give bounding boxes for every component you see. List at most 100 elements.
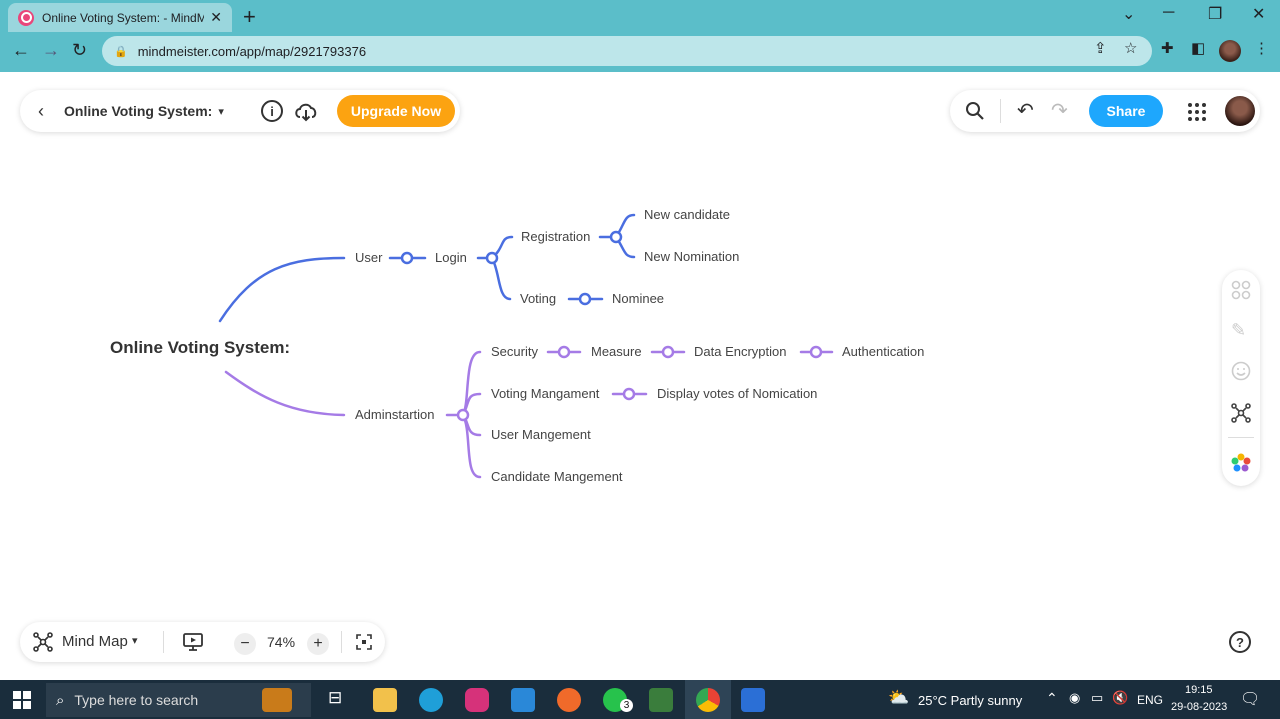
- minimize-icon[interactable]: ─: [1163, 4, 1174, 22]
- node-adminstartion[interactable]: Adminstartion: [355, 407, 434, 422]
- volume-muted-icon[interactable]: 🔇: [1112, 690, 1128, 706]
- node-measure[interactable]: Measure: [591, 344, 642, 359]
- chevron-down-icon[interactable]: ▾: [218, 105, 224, 118]
- new-tab-button[interactable]: +: [243, 4, 256, 30]
- browser-menu-icon[interactable]: ⋮: [1254, 39, 1269, 57]
- fit-to-screen-icon[interactable]: [356, 634, 372, 650]
- mind-map: Online Voting System: User Login Registr…: [110, 207, 924, 484]
- share-button[interactable]: Share: [1089, 95, 1163, 127]
- reload-icon[interactable]: ↻: [72, 40, 87, 61]
- battery-icon[interactable]: ▭: [1091, 690, 1103, 706]
- node-nominee[interactable]: Nominee: [612, 291, 664, 306]
- search-icon[interactable]: [965, 101, 985, 121]
- photos-icon[interactable]: [741, 688, 765, 712]
- upgrade-now-button[interactable]: Upgrade Now: [337, 95, 455, 127]
- file-explorer-icon[interactable]: [373, 688, 397, 712]
- news-widget-icon[interactable]: [262, 688, 292, 712]
- presentation-icon[interactable]: [182, 631, 204, 653]
- emoji-icon[interactable]: [1231, 361, 1251, 381]
- whatsapp-badge: 3: [620, 699, 633, 712]
- node-authentication[interactable]: Authentication: [842, 344, 924, 359]
- browser-tab[interactable]: Online Voting System: - MindMeister ✕: [8, 3, 232, 32]
- collapse-handle[interactable]: [400, 251, 414, 265]
- view-mode-label[interactable]: Mind Map: [62, 633, 128, 650]
- task-view-icon[interactable]: ⊟: [328, 688, 342, 708]
- root-node[interactable]: Online Voting System:: [110, 338, 290, 357]
- clock-date[interactable]: 29-08-2023: [1171, 701, 1227, 713]
- collapse-handle[interactable]: [809, 345, 823, 359]
- url-omnibox[interactable]: 🔒 mindmeister.com/app/map/2921793376: [102, 36, 1152, 66]
- node-registration[interactable]: Registration: [521, 229, 590, 244]
- collapse-handle[interactable]: [661, 345, 675, 359]
- close-tab-icon[interactable]: ✕: [210, 9, 222, 26]
- address-bar: ← → ↻ 🔒 mindmeister.com/app/map/29217933…: [0, 32, 1280, 72]
- clock-time[interactable]: 19:15: [1185, 684, 1213, 696]
- show-hidden-icons-chevron-icon[interactable]: ⌃: [1046, 690, 1058, 707]
- camera-tray-icon[interactable]: ◉: [1069, 690, 1080, 706]
- zoom-in-button[interactable]: +: [307, 633, 329, 655]
- help-icon[interactable]: ?: [1229, 631, 1251, 653]
- collapse-handle[interactable]: [622, 387, 636, 401]
- info-icon[interactable]: i: [261, 100, 283, 122]
- login-children-connector: [476, 235, 514, 301]
- edge-browser-icon[interactable]: [419, 688, 443, 712]
- collapse-handle[interactable]: [609, 230, 623, 244]
- side-panel-icon[interactable]: ◧: [1191, 39, 1205, 57]
- forward-icon[interactable]: →: [42, 40, 60, 61]
- node-data-encryption[interactable]: Data Encryption: [694, 344, 787, 359]
- weather-text[interactable]: 25°C Partly sunny: [918, 693, 1022, 708]
- tab-search-chevron-icon[interactable]: ⌄: [1122, 4, 1135, 24]
- collapse-handle[interactable]: [456, 408, 470, 422]
- firefox-icon[interactable]: [557, 688, 581, 712]
- search-icon: ⌕: [56, 691, 65, 709]
- apps-grid-icon[interactable]: [1188, 103, 1206, 121]
- mind-map-view-icon[interactable]: [33, 632, 53, 652]
- zoom-level: 74%: [267, 634, 296, 650]
- connect-nodes-icon[interactable]: [1231, 403, 1251, 423]
- admin-branch: [224, 345, 834, 479]
- layout-icon[interactable]: [1231, 280, 1251, 300]
- zoom-out-button[interactable]: −: [234, 633, 256, 655]
- undo-icon[interactable]: ↶: [1017, 98, 1034, 123]
- instagram-icon[interactable]: [465, 688, 489, 712]
- restore-icon[interactable]: ❐: [1208, 4, 1222, 24]
- map-title[interactable]: Online Voting System:: [64, 103, 212, 119]
- back-icon[interactable]: ←: [12, 40, 30, 61]
- node-voting-mangament[interactable]: Voting Mangament: [491, 386, 600, 401]
- collapse-handle[interactable]: [557, 345, 571, 359]
- node-new-nomination[interactable]: New Nomination: [644, 249, 739, 264]
- node-user[interactable]: User: [355, 250, 383, 265]
- language-indicator[interactable]: ENG: [1137, 693, 1163, 707]
- lock-icon: 🔒: [114, 45, 128, 58]
- node-candidate-mangement[interactable]: Candidate Mangement: [491, 469, 623, 484]
- map-actions-toolbar: ↶ ↷ Share: [950, 90, 1260, 132]
- collapse-handle[interactable]: [485, 251, 499, 265]
- chevron-down-icon[interactable]: ▾: [132, 634, 138, 647]
- mail-icon[interactable]: [511, 688, 535, 712]
- redo-icon[interactable]: ↷: [1051, 98, 1068, 123]
- notifications-icon[interactable]: 🗨: [1240, 689, 1260, 709]
- node-user-mangement[interactable]: User Mangement: [491, 427, 591, 442]
- share-page-icon[interactable]: ⇪: [1094, 39, 1107, 57]
- right-tool-rail: ✎: [1222, 270, 1260, 486]
- node-login[interactable]: Login: [435, 250, 467, 265]
- back-to-dashboard-icon[interactable]: ‹: [38, 101, 44, 122]
- node-display-votes[interactable]: Display votes of Nomication: [657, 386, 817, 401]
- bookmark-star-icon[interactable]: ☆: [1124, 39, 1137, 57]
- color-palette-icon[interactable]: [1230, 452, 1252, 474]
- close-window-icon[interactable]: ✕: [1252, 4, 1265, 24]
- chrome-icon[interactable]: [696, 688, 720, 712]
- node-new-candidate[interactable]: New candidate: [644, 207, 730, 222]
- user-avatar[interactable]: [1225, 96, 1255, 126]
- style-brush-icon[interactable]: ✎: [1231, 320, 1246, 341]
- windows-start-icon[interactable]: [13, 691, 31, 709]
- view-toolbar: Mind Map ▾ − 74% +: [20, 622, 385, 662]
- cloud-download-icon[interactable]: [293, 99, 319, 123]
- extensions-puzzle-icon[interactable]: ✚: [1161, 39, 1174, 57]
- browser-profile-avatar[interactable]: [1219, 40, 1241, 62]
- node-security[interactable]: Security: [491, 344, 538, 359]
- collapse-handle[interactable]: [578, 292, 592, 306]
- camtasia-icon[interactable]: [649, 688, 673, 712]
- node-voting[interactable]: Voting: [520, 291, 556, 306]
- weather-sun-icon: ⛅: [888, 688, 910, 707]
